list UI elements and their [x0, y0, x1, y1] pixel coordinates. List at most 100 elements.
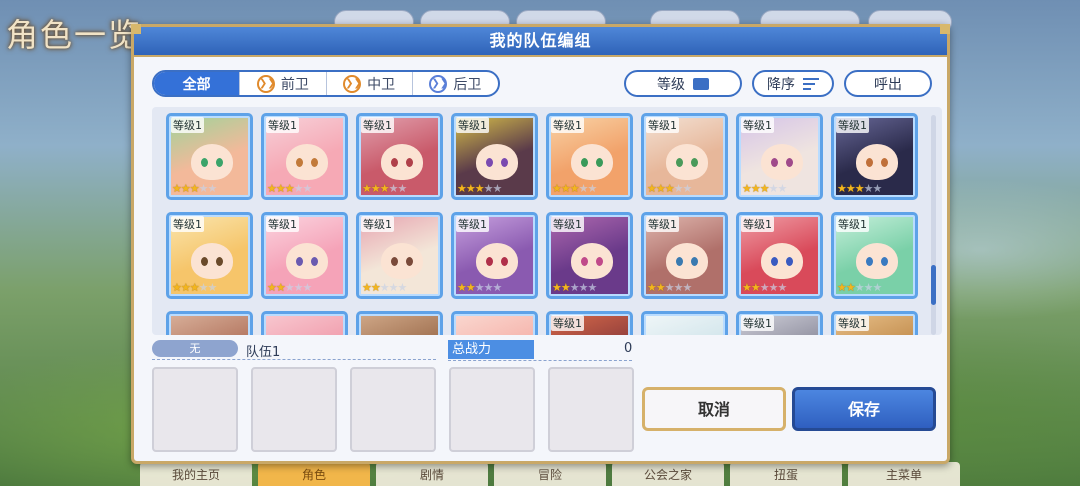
nav-item-quest: 冒险 — [494, 462, 606, 486]
character-card[interactable]: 等级1 ★★★★★ — [261, 212, 348, 299]
portrait-eye — [296, 257, 303, 266]
character-card[interactable]: 等级1 ★★★★★ — [451, 113, 538, 200]
portrait-eye — [771, 257, 778, 266]
character-card[interactable]: 等级1 ★★★★★ — [546, 113, 633, 200]
team-status-badge: 无 — [152, 340, 238, 357]
team-name[interactable]: 队伍1 — [246, 341, 280, 360]
star-rating-icon: ★★★★★ — [172, 281, 217, 294]
nav-item-guild-house: 公会之家 — [612, 462, 724, 486]
card-level: 等级1 — [741, 117, 774, 133]
card-level: 等级1 — [171, 117, 204, 133]
save-button[interactable]: 保存 — [792, 387, 936, 431]
sort-key-label: 等级 — [657, 76, 685, 93]
character-card[interactable]: 等级1 ★★★★★ — [166, 212, 253, 299]
portrait-eye — [501, 158, 508, 167]
sort-key-icon — [693, 77, 709, 90]
character-card[interactable]: 等级1 ★★★★★ — [736, 113, 823, 200]
character-card[interactable] — [356, 311, 443, 335]
card-level: 等级1 — [456, 117, 489, 133]
character-card[interactable]: 等级1 ★★★★★ — [356, 212, 443, 299]
team-slot-5[interactable] — [548, 367, 634, 452]
character-portrait — [286, 243, 328, 279]
card-level: 等级1 — [836, 117, 869, 133]
card-level: 等级1 — [551, 117, 584, 133]
star-rating-icon: ★★★★★ — [552, 182, 597, 195]
character-card[interactable]: 等级1 ★★★★★ — [166, 113, 253, 200]
team-slot-4[interactable] — [449, 367, 535, 452]
character-card[interactable]: 等级1 ★★★★★ — [356, 113, 443, 200]
character-card[interactable] — [451, 311, 538, 335]
portrait-eye — [676, 257, 683, 266]
character-card[interactable]: 等级1 ★★★★★ — [736, 212, 823, 299]
card-level: 等级1 — [741, 315, 774, 331]
character-card[interactable]: 等级1 ★★★★★ — [831, 212, 918, 299]
total-power-value: 0 — [624, 341, 633, 356]
corner-ornament — [131, 24, 141, 34]
tab-midguard[interactable]: ❯❯ 中卫 — [325, 72, 412, 95]
card-level: 等级1 — [456, 216, 489, 232]
character-portrait — [666, 144, 708, 180]
character-card[interactable]: 等级1 — [831, 311, 918, 335]
card-level: 等级1 — [551, 315, 584, 331]
character-card[interactable]: 等级1 — [736, 311, 823, 335]
star-rating-icon: ★★★★★ — [742, 281, 787, 294]
team-slot-2[interactable] — [251, 367, 337, 452]
sort-key-button[interactable]: 等级 — [624, 70, 742, 97]
character-card[interactable]: 等级1 — [546, 311, 633, 335]
character-card[interactable] — [166, 311, 253, 335]
nav-item-menu: 主菜单 — [848, 462, 960, 486]
background-page-title: 角色一览 — [6, 16, 143, 54]
character-card[interactable]: 等级1 ★★★★★ — [451, 212, 538, 299]
portrait-eye — [486, 158, 493, 167]
portrait-eye — [596, 257, 603, 266]
character-card[interactable]: 等级1 ★★★★★ — [831, 113, 918, 200]
character-portrait — [856, 144, 898, 180]
sort-order-label: 降序 — [767, 76, 795, 93]
sort-descending-icon — [803, 77, 819, 90]
cancel-button[interactable]: 取消 — [642, 387, 786, 431]
star-rating-icon: ★★★★★ — [267, 182, 312, 195]
character-card[interactable]: 等级1 ★★★★★ — [641, 113, 728, 200]
portrait-eye — [486, 257, 493, 266]
character-portrait — [381, 144, 423, 180]
character-card[interactable]: 等级1 ★★★★★ — [546, 212, 633, 299]
team-slot-3[interactable] — [350, 367, 436, 452]
card-level: 等级1 — [646, 216, 679, 232]
character-portrait — [191, 144, 233, 180]
grid-scrollbar[interactable] — [931, 115, 936, 335]
nav-item-gacha: 扭蛋 — [730, 462, 842, 486]
sort-order-button[interactable]: 降序 — [752, 70, 834, 97]
tab-vanguard[interactable]: ❯❯ 前卫 — [239, 72, 325, 95]
character-card[interactable] — [641, 311, 728, 335]
background-bottom-nav: 我的主页 角色 剧情 冒险 公会之家 扭蛋 主菜单 — [140, 462, 960, 486]
portrait-eye — [406, 257, 413, 266]
team-formation-dialog: 我的队伍编组 全部 ❯❯ 前卫 ❯❯ 中卫 ❯❯ 后卫 等级 降序 呼出 等级1… — [131, 24, 950, 464]
portrait-eye — [771, 158, 778, 167]
portrait-eye — [786, 158, 793, 167]
tab-label: 全部 — [182, 76, 211, 93]
character-portrait — [761, 144, 803, 180]
tab-rearguard[interactable]: ❯❯ 后卫 — [411, 72, 498, 95]
star-rating-icon: ★★★★★ — [172, 182, 217, 195]
character-portrait — [476, 144, 518, 180]
character-card[interactable]: 等级1 ★★★★★ — [261, 113, 348, 200]
team-slot-1[interactable] — [152, 367, 238, 452]
midguard-chevron-icon: ❯❯ — [343, 74, 362, 93]
character-card[interactable] — [261, 311, 348, 335]
portrait-eye — [201, 257, 208, 266]
character-card[interactable]: 等级1 ★★★★★ — [641, 212, 728, 299]
portrait-eye — [391, 257, 398, 266]
card-level: 等级1 — [836, 216, 869, 232]
tab-label: 中卫 — [367, 76, 396, 93]
star-rating-icon: ★★★★★ — [647, 281, 692, 294]
portrait-eye — [786, 257, 793, 266]
scrollbar-thumb[interactable] — [931, 265, 936, 305]
card-level: 等级1 — [361, 117, 394, 133]
star-rating-icon: ★★★★★ — [362, 182, 407, 195]
tab-all[interactable]: 全部 — [154, 72, 240, 95]
team-slots — [152, 367, 634, 452]
character-portrait — [856, 243, 898, 279]
call-button[interactable]: 呼出 — [844, 70, 932, 97]
character-portrait — [571, 243, 613, 279]
star-rating-icon: ★★★★★ — [267, 281, 312, 294]
